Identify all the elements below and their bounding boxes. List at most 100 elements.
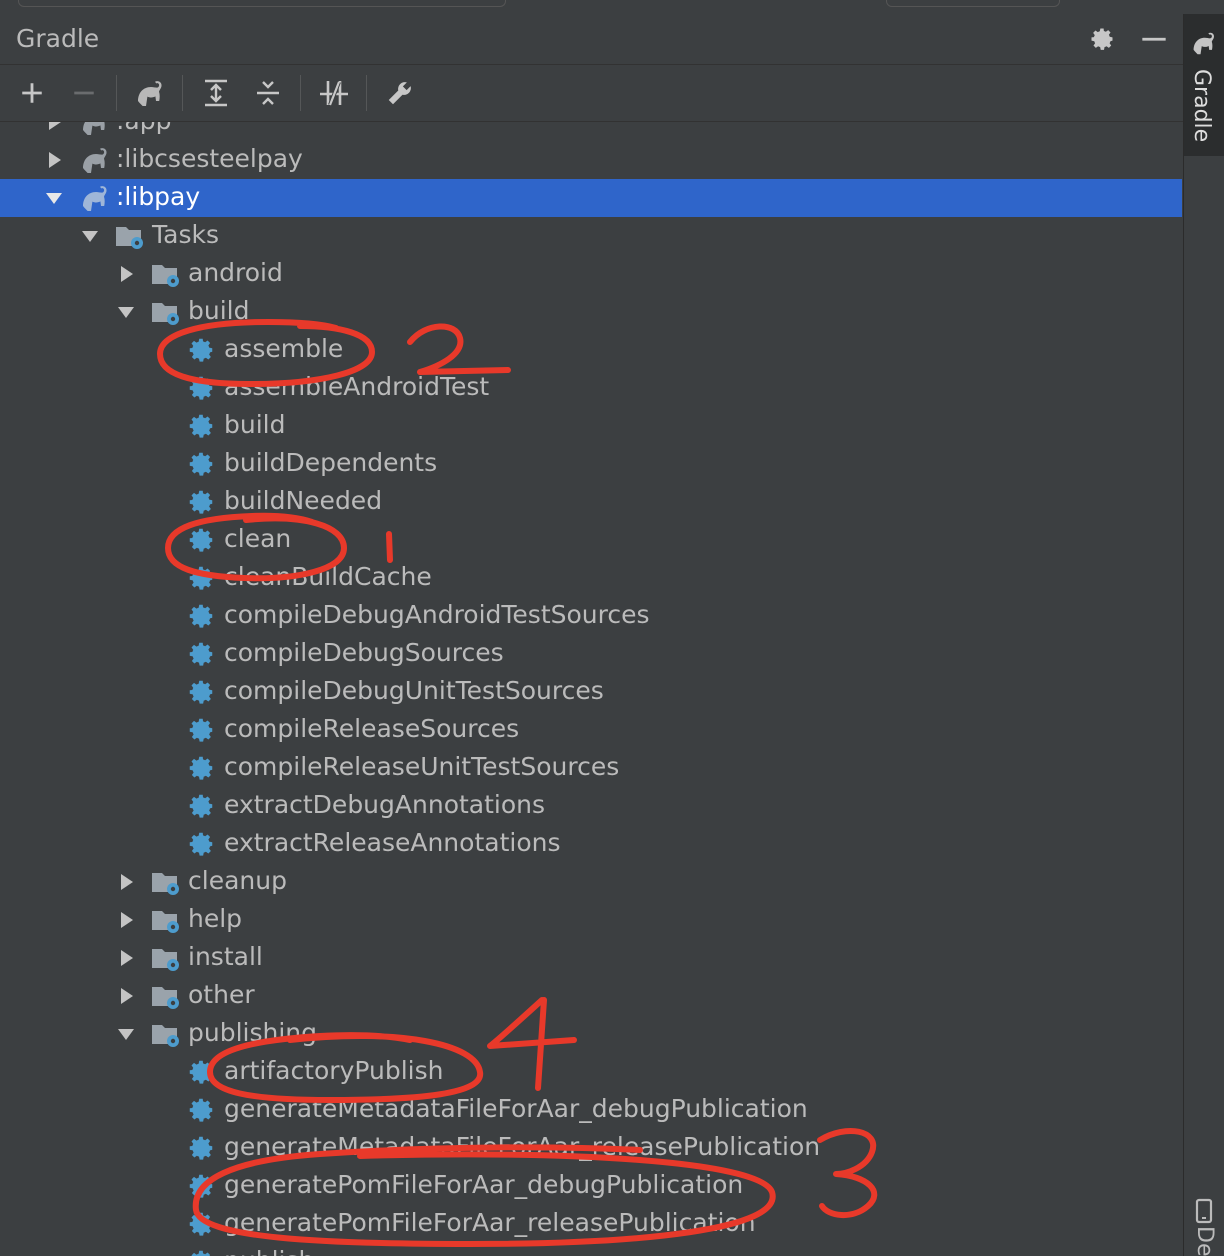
task-gear-icon <box>186 829 220 859</box>
task-gear-icon <box>186 715 220 745</box>
module-row[interactable]: :libpay <box>0 179 1182 217</box>
task-row[interactable]: generateMetadataFileForAar_releasePublic… <box>0 1129 1182 1167</box>
task-row[interactable]: extractReleaseAnnotations <box>0 825 1182 863</box>
toolbar-separator <box>116 75 117 111</box>
task-row[interactable]: artifactoryPublish <box>0 1053 1182 1091</box>
task-folder-icon <box>150 905 184 935</box>
collapse-all-icon[interactable] <box>246 73 290 113</box>
tree-item-label: generateMetadataFileForAar_debugPublicat… <box>224 1094 808 1123</box>
task-folder-icon <box>150 297 184 327</box>
gradle-module-icon <box>78 145 112 175</box>
group-row[interactable]: build <box>0 293 1182 331</box>
tree-item-label: publishing <box>188 1018 318 1047</box>
task-gear-icon <box>186 373 220 403</box>
tree-item-label: buildDependents <box>224 448 438 477</box>
tree-item-label: :app <box>116 122 171 135</box>
group-row[interactable]: Tasks <box>0 217 1182 255</box>
tree-item-label: compileReleaseUnitTestSources <box>224 752 620 781</box>
tree-item-label: extractReleaseAnnotations <box>224 828 561 857</box>
expand-arrow-right-icon[interactable] <box>44 122 64 132</box>
expand-arrow-right-icon[interactable] <box>116 948 136 968</box>
expand-arrow-down-icon[interactable] <box>116 1024 136 1044</box>
task-gear-icon <box>186 335 220 365</box>
tree-item-label: compileReleaseSources <box>224 714 520 743</box>
group-row[interactable]: cleanup <box>0 863 1182 901</box>
task-row[interactable]: cleanBuildCache <box>0 559 1182 597</box>
remove-icon[interactable] <box>62 73 106 113</box>
expand-arrow-down-icon[interactable] <box>116 302 136 322</box>
toolbar-separator <box>366 75 367 111</box>
task-row[interactable]: extractDebugAnnotations <box>0 787 1182 825</box>
gradle-module-icon <box>78 183 112 213</box>
tree-item-label: other <box>188 980 255 1009</box>
task-row[interactable]: compileDebugAndroidTestSources <box>0 597 1182 635</box>
group-row[interactable]: publishing <box>0 1015 1182 1053</box>
expand-arrow-right-icon[interactable] <box>116 872 136 892</box>
module-row[interactable]: :libcsesteelpay <box>0 141 1182 179</box>
expand-arrow-right-icon[interactable] <box>116 986 136 1006</box>
group-row[interactable]: help <box>0 901 1182 939</box>
task-row[interactable]: compileDebugSources <box>0 635 1182 673</box>
tree-item-label: android <box>188 258 283 287</box>
task-row[interactable]: publish <box>0 1243 1182 1256</box>
settings-gear-icon[interactable] <box>1085 22 1119 56</box>
task-gear-icon <box>186 1133 220 1163</box>
gradle-task-tree: :app :libcsesteelpay :libpay Tasks android bu… <box>0 122 1182 1256</box>
minimize-icon[interactable] <box>1137 22 1171 56</box>
task-row[interactable]: generateMetadataFileForAar_debugPublicat… <box>0 1091 1182 1129</box>
task-row[interactable]: compileReleaseUnitTestSources <box>0 749 1182 787</box>
task-row[interactable]: generatePomFileForAar_debugPublication <box>0 1167 1182 1205</box>
tree-item-label: :libcsesteelpay <box>116 144 303 173</box>
tree-item-label: generateMetadataFileForAar_releasePublic… <box>224 1132 821 1161</box>
device-icon <box>1195 1198 1213 1224</box>
group-row[interactable]: other <box>0 977 1182 1015</box>
tree-item-label: cleanBuildCache <box>224 562 432 591</box>
add-icon[interactable] <box>10 73 54 113</box>
tree-item-label: :libpay <box>116 182 201 211</box>
task-row[interactable]: assemble <box>0 331 1182 369</box>
expand-all-icon[interactable] <box>194 73 238 113</box>
gradle-elephant-icon[interactable] <box>128 73 172 113</box>
task-gear-icon <box>186 753 220 783</box>
toggle-offline-mode-icon[interactable] <box>312 73 356 113</box>
task-row[interactable]: build <box>0 407 1182 445</box>
expand-arrow-down-icon[interactable] <box>80 226 100 246</box>
task-row[interactable]: compileDebugUnitTestSources <box>0 673 1182 711</box>
tree-item-label: artifactoryPublish <box>224 1056 444 1085</box>
tree-item-label: assemble <box>224 334 344 363</box>
tree-item-label: publish <box>224 1246 314 1256</box>
gradle-side-tab-label: Gradle <box>1189 69 1214 143</box>
task-gear-icon <box>186 601 220 631</box>
gradle-panel-header: Gradle <box>0 14 1184 65</box>
wrench-icon[interactable] <box>378 73 422 113</box>
tree-item-label: extractDebugAnnotations <box>224 790 546 819</box>
task-folder-icon <box>150 259 184 289</box>
expand-arrow-right-icon[interactable] <box>116 264 136 284</box>
editor-tab-edge <box>18 0 506 7</box>
group-row[interactable]: install <box>0 939 1182 977</box>
module-row[interactable]: :app <box>0 122 1182 141</box>
expand-arrow-down-icon[interactable] <box>44 188 64 208</box>
tree-item-label: compileDebugAndroidTestSources <box>224 600 650 629</box>
device-side-tab[interactable]: De <box>1190 1196 1220 1256</box>
task-row[interactable]: buildDependents <box>0 445 1182 483</box>
task-row[interactable]: generatePomFileForAar_releasePublication <box>0 1205 1182 1243</box>
task-gear-icon <box>186 1247 220 1256</box>
task-folder-icon <box>150 981 184 1011</box>
panel-title: Gradle <box>16 24 100 53</box>
tree-item-label: cleanup <box>188 866 287 895</box>
editor-tab-edge <box>886 0 1060 7</box>
task-row[interactable]: clean <box>0 521 1182 559</box>
expand-arrow-right-icon[interactable] <box>44 150 64 170</box>
tree-item-label: assembleAndroidTest <box>224 372 490 401</box>
task-folder-icon <box>114 221 148 251</box>
gradle-toolbar <box>0 65 1184 122</box>
task-gear-icon <box>186 411 220 441</box>
tree-item-label: generatePomFileForAar_releasePublication <box>224 1208 756 1237</box>
gradle-side-tab[interactable]: Gradle <box>1184 14 1224 156</box>
expand-arrow-right-icon[interactable] <box>116 910 136 930</box>
task-row[interactable]: compileReleaseSources <box>0 711 1182 749</box>
group-row[interactable]: android <box>0 255 1182 293</box>
task-row[interactable]: assembleAndroidTest <box>0 369 1182 407</box>
task-row[interactable]: buildNeeded <box>0 483 1182 521</box>
